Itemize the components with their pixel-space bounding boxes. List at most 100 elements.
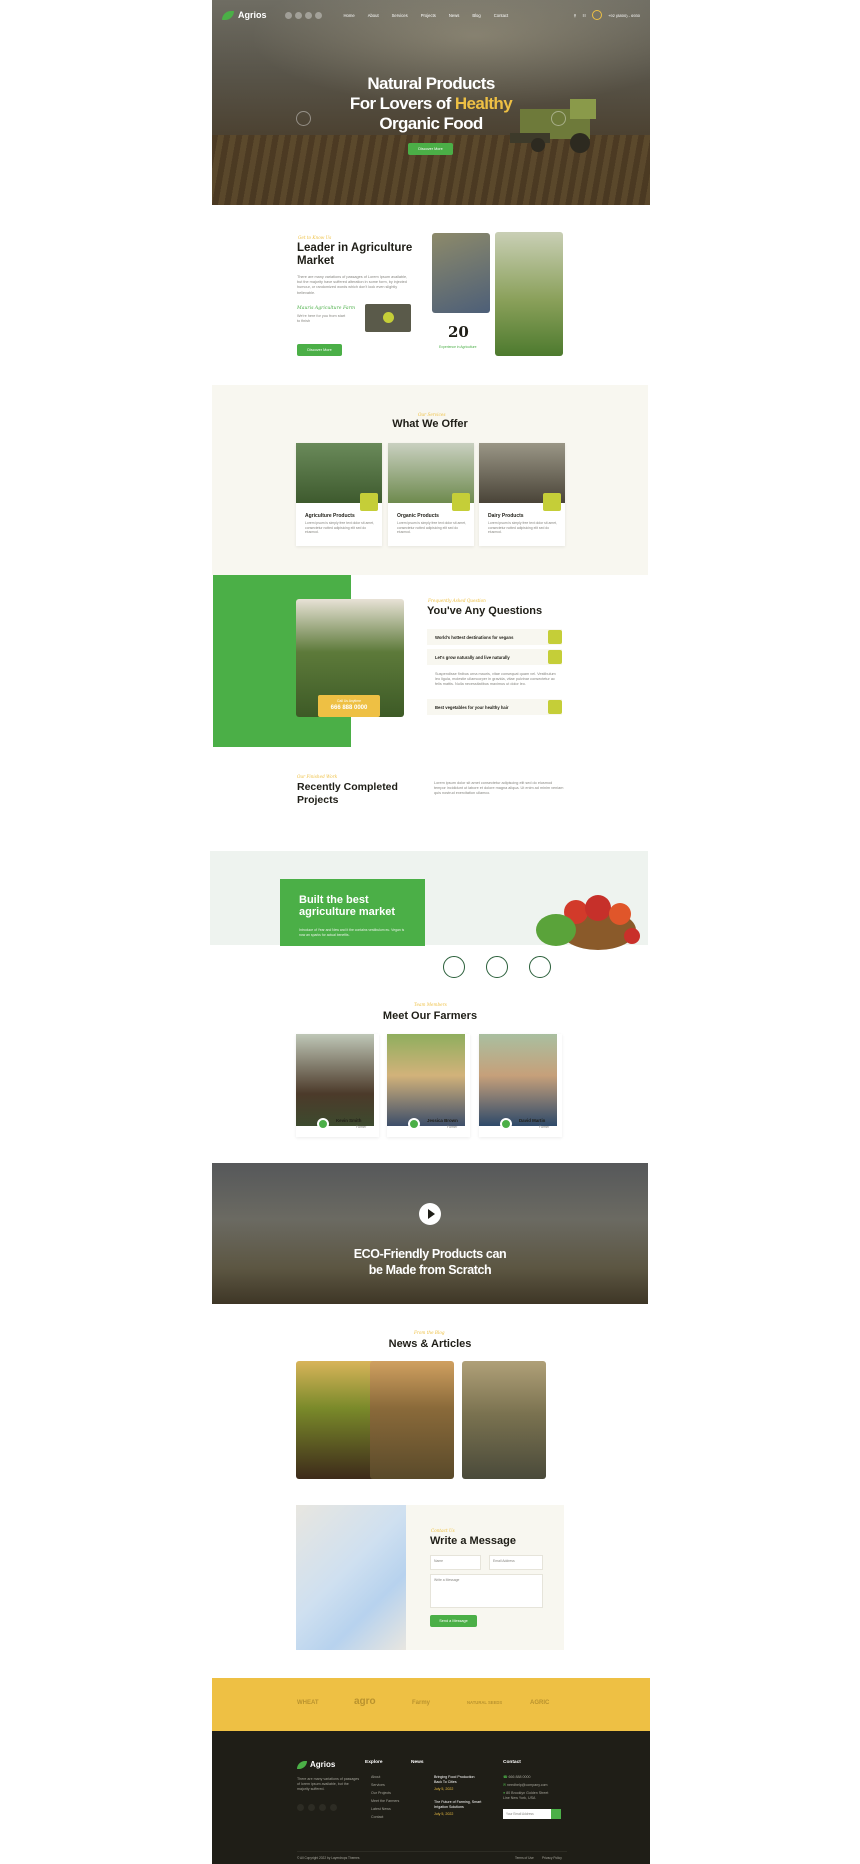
phone-icon <box>592 10 603 20</box>
footer-newsletter-input[interactable]: Your Email Address <box>503 1809 551 1819</box>
share-icon[interactable] <box>408 1118 420 1130</box>
farmer-card[interactable]: Kevin Smith Farmer <box>296 1034 379 1137</box>
message-textarea[interactable]: Write a Message <box>430 1574 543 1608</box>
share-icon[interactable] <box>500 1118 512 1130</box>
about-discover-button[interactable]: Discover More <box>297 344 342 356</box>
newsletter-submit-button[interactable] <box>551 1809 561 1819</box>
faq-item[interactable]: World's hottest destinations for vegans <box>427 629 562 645</box>
play-icon[interactable] <box>383 312 394 323</box>
offer-card-text: Lorem ipsum is simply free text dolor si… <box>397 521 466 535</box>
name-input[interactable]: Name <box>430 1555 481 1570</box>
faq-item[interactable]: Best vegetables for your healthy hair <box>427 699 562 715</box>
video-section: ECO-Friendly Products can be Made from S… <box>212 1163 648 1304</box>
brand-logo: AGRIC <box>530 1700 550 1706</box>
footer-link[interactable]: Meet the Farmers <box>371 1799 399 1803</box>
nav-blog[interactable]: Blog <box>472 13 480 18</box>
call-number[interactable]: 666 888 0000 <box>318 705 380 711</box>
send-message-button[interactable]: Send a Message <box>430 1615 477 1627</box>
contact-title: Write a Message <box>430 1535 517 1547</box>
call-box[interactable]: Call Us Anytime 666 888 0000 <box>318 695 380 717</box>
search-icon[interactable]: ⚲ <box>574 13 577 18</box>
vegetable-basket-illustration <box>536 895 640 950</box>
nav-about[interactable]: About <box>368 13 379 18</box>
nav-contact[interactable]: Contact <box>494 13 508 18</box>
farmers-tag: Team Members <box>414 1002 447 1007</box>
faq-title: You've Any Questions <box>427 605 543 617</box>
pinterest-icon[interactable] <box>319 1804 326 1811</box>
instagram-icon[interactable] <box>314 11 322 19</box>
projects-text: Lorem ipsum dolor sit amet consectetur a… <box>434 781 564 796</box>
offer-card[interactable]: Dairy Products Lorem ipsum is simply fre… <box>479 443 565 546</box>
cart-icon[interactable]: ☷ <box>582 13 586 18</box>
map[interactable] <box>296 1505 406 1650</box>
header-phone[interactable]: +92 (8800) - 6930 <box>608 13 640 18</box>
twitter-icon[interactable] <box>284 11 292 19</box>
site-logo[interactable]: Agrios <box>222 10 267 20</box>
offer-card-title[interactable]: Organic Products <box>397 513 439 519</box>
chevron-right-icon[interactable] <box>548 630 562 644</box>
call-label: Call Us Anytime <box>337 699 361 703</box>
about-tag: Get to Know Us <box>298 235 332 240</box>
market-title: Built the best agriculture market <box>299 894 395 918</box>
footer-news-title-1[interactable]: Bringing Food Production Back To Cities <box>434 1775 482 1785</box>
faq-answer: Suspendisse finibus urna mauris, vitae c… <box>435 672 556 687</box>
footer-email[interactable]: ✉ needhelp@company.com <box>503 1783 548 1787</box>
pinterest-icon[interactable] <box>304 11 312 19</box>
chevron-down-icon[interactable] <box>548 650 562 664</box>
news-card[interactable] <box>462 1361 546 1479</box>
farmer-card[interactable]: David Martin Farmer <box>479 1034 562 1137</box>
copyright: © All Copyright 2022 by Layerdrops Theme… <box>297 1856 360 1860</box>
faq-question[interactable]: Let's grow naturally and live naturally <box>435 655 510 660</box>
facebook-icon[interactable] <box>308 1804 315 1811</box>
faq-question[interactable]: World's hottest destinations for vegans <box>435 635 513 640</box>
offer-card-text: Lorem ipsum is simply free text dolor si… <box>488 521 557 535</box>
footer-news-date-1: July 5, 2022 <box>434 1787 454 1791</box>
footer-logo-text: Agrios <box>310 1760 336 1769</box>
twitter-icon[interactable] <box>297 1804 304 1811</box>
terms-link[interactable]: Terms of Use <box>515 1856 534 1860</box>
news-tag: From the Blog <box>414 1330 445 1335</box>
facebook-icon[interactable] <box>294 11 302 19</box>
brand-logo: Farmy <box>412 1700 431 1706</box>
nav-services[interactable]: Services <box>392 13 408 18</box>
market-box: Built the best agriculture market Introd… <box>280 879 425 946</box>
about-signature-note: Mauris Agriculture Farm <box>297 306 356 311</box>
footer-link[interactable]: Services <box>371 1783 385 1787</box>
slider-next-button[interactable] <box>551 111 566 126</box>
footer-link[interactable]: Contact <box>371 1815 383 1819</box>
footer: Agrios There are many variations of pass… <box>212 1731 650 1864</box>
footer-logo[interactable]: Agrios <box>297 1760 335 1769</box>
sprout-icon <box>452 493 470 511</box>
instagram-icon[interactable] <box>330 1804 337 1811</box>
footer-phone[interactable]: ☎ 666 888 0000 <box>503 1775 530 1779</box>
leaf-logo-icon <box>222 10 234 20</box>
offer-card[interactable]: Agriculture Products Lorem ipsum is simp… <box>296 443 382 546</box>
hero-title-line3: Organic Food <box>379 114 483 133</box>
play-video-button[interactable] <box>419 1203 441 1225</box>
faq-item[interactable]: Let's grow naturally and live naturally <box>427 649 562 665</box>
nav-news[interactable]: News <box>449 13 459 18</box>
share-icon[interactable] <box>317 1118 329 1130</box>
discover-more-button[interactable]: Discover More <box>408 143 453 155</box>
footer-link[interactable]: Our Projects <box>371 1791 391 1795</box>
chevron-right-icon[interactable] <box>548 700 562 714</box>
nav-home[interactable]: Home <box>344 13 355 18</box>
footer-link[interactable]: About <box>371 1775 380 1779</box>
offer-card-title[interactable]: Dairy Products <box>488 513 524 519</box>
nav-projects[interactable]: Projects <box>421 13 436 18</box>
footer-link[interactable]: Latest News <box>371 1807 391 1811</box>
news-card[interactable] <box>296 1361 380 1479</box>
slider-prev-button[interactable] <box>296 111 311 126</box>
faq-question[interactable]: Best vegetables for your healthy hair <box>435 705 509 710</box>
privacy-link[interactable]: Privacy Policy <box>542 1856 562 1860</box>
market-text: Introduce of Year and New and it the con… <box>299 928 405 937</box>
farmer-role: Farmer <box>356 1125 367 1129</box>
offer-card-title[interactable]: Agriculture Products <box>305 513 355 519</box>
about-video-thumb[interactable] <box>365 304 411 332</box>
offer-card[interactable]: Organic Products Lorem ipsum is simply f… <box>388 443 474 546</box>
farmer-card[interactable]: Jessica Brown Farmer <box>387 1034 470 1137</box>
email-input[interactable]: Email Address <box>489 1555 543 1570</box>
news-card[interactable] <box>370 1361 454 1479</box>
projects-title: Recently Completed Projects <box>297 781 398 806</box>
footer-news-title-2[interactable]: The Future of Farming, Smart Irrigation … <box>434 1800 482 1810</box>
